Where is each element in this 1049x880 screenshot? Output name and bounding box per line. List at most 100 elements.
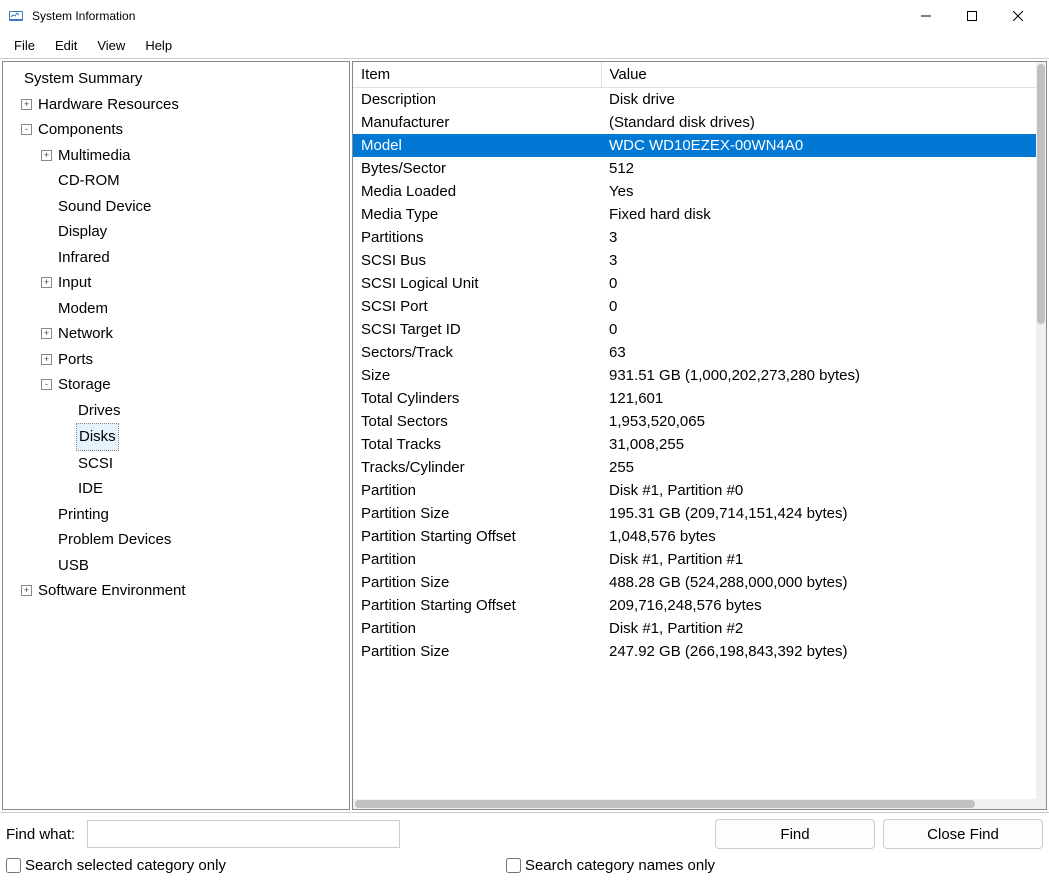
collapse-icon[interactable]: - [21, 124, 32, 135]
detail-value: 255 [601, 456, 1036, 479]
tree-node-ports[interactable]: + Ports [3, 347, 349, 373]
vertical-scrollbar[interactable] [1036, 62, 1046, 809]
menu-view[interactable]: View [87, 36, 135, 55]
checkbox-category-names[interactable] [506, 858, 521, 873]
tree-label[interactable]: Storage [56, 372, 113, 398]
tree-label[interactable]: SCSI [76, 451, 115, 477]
menu-help[interactable]: Help [135, 36, 182, 55]
detail-row[interactable]: Partition Size195.31 GB (209,714,151,424… [353, 502, 1036, 525]
detail-row[interactable]: PartitionDisk #1, Partition #1 [353, 548, 1036, 571]
tree-node-software-environment[interactable]: + Software Environment [3, 578, 349, 604]
tree-label[interactable]: Drives [76, 398, 123, 424]
detail-row[interactable]: Partition Starting Offset1,048,576 bytes [353, 525, 1036, 548]
tree-label[interactable]: Network [56, 321, 115, 347]
tree-node-printing[interactable]: Printing [3, 502, 349, 528]
find-button[interactable]: Find [715, 819, 875, 849]
tree-node-display[interactable]: Display [3, 219, 349, 245]
tree-label[interactable]: Infrared [56, 245, 112, 271]
tree-node-storage[interactable]: -Storage [3, 372, 349, 398]
expand-icon[interactable]: + [41, 328, 52, 339]
tree-node-system-summary[interactable]: System Summary [3, 66, 349, 92]
close-button[interactable] [995, 0, 1041, 32]
checkbox-selected-category[interactable] [6, 858, 21, 873]
detail-row[interactable]: Bytes/Sector512 [353, 157, 1036, 180]
tree-node-scsi[interactable]: SCSI [3, 451, 349, 477]
tree-node-disks[interactable]: Disks [3, 423, 349, 451]
tree-label[interactable]: Printing [56, 502, 111, 528]
expand-icon[interactable]: + [21, 585, 32, 596]
tree-label[interactable]: Multimedia [56, 143, 133, 169]
detail-content[interactable]: Item Value DescriptionDisk driveManufact… [353, 62, 1036, 809]
detail-row[interactable]: Total Cylinders121,601 [353, 387, 1036, 410]
tree-node-modem[interactable]: Modem [3, 296, 349, 322]
detail-row[interactable]: PartitionDisk #1, Partition #0 [353, 479, 1036, 502]
tree-node-sound-device[interactable]: Sound Device [3, 194, 349, 220]
tree-node-components[interactable]: -Components [3, 117, 349, 143]
detail-row[interactable]: DescriptionDisk drive [353, 88, 1036, 112]
detail-row[interactable]: Manufacturer(Standard disk drives) [353, 111, 1036, 134]
expand-icon[interactable]: + [41, 277, 52, 288]
detail-row[interactable]: PartitionDisk #1, Partition #2 [353, 617, 1036, 640]
expand-icon[interactable]: + [21, 99, 32, 110]
horizontal-scrollbar-thumb[interactable] [355, 800, 975, 808]
detail-row[interactable]: Media LoadedYes [353, 180, 1036, 203]
search-selected-category-checkbox[interactable]: Search selected category only [6, 857, 226, 874]
detail-value: 0 [601, 295, 1036, 318]
category-tree[interactable]: System Summary+Hardware Resources-Compon… [2, 61, 350, 810]
vertical-scrollbar-thumb[interactable] [1037, 64, 1045, 324]
column-header-item[interactable]: Item [353, 62, 601, 88]
detail-row[interactable]: Partition Size488.28 GB (524,288,000,000… [353, 571, 1036, 594]
find-input[interactable] [87, 820, 400, 848]
expand-icon[interactable]: + [41, 150, 52, 161]
tree-label[interactable]: IDE [76, 476, 105, 502]
tree-label[interactable]: Sound Device [56, 194, 153, 220]
tree-label[interactable]: USB [56, 553, 91, 579]
tree-node-problem-devices[interactable]: Problem Devices [3, 527, 349, 553]
menu-file[interactable]: File [4, 36, 45, 55]
tree-label[interactable]: System Summary [22, 66, 144, 92]
tree-label[interactable]: Display [56, 219, 109, 245]
collapse-icon[interactable]: - [41, 379, 52, 390]
tree-label[interactable]: Ports [56, 347, 95, 373]
tree-label[interactable]: Components [36, 117, 125, 143]
tree-node-usb[interactable]: USB [3, 553, 349, 579]
detail-row[interactable]: Sectors/Track63 [353, 341, 1036, 364]
detail-row[interactable]: Media TypeFixed hard disk [353, 203, 1036, 226]
detail-row[interactable]: Size931.51 GB (1,000,202,273,280 bytes) [353, 364, 1036, 387]
search-category-names-checkbox[interactable]: Search category names only [506, 857, 715, 874]
detail-row[interactable]: ModelWDC WD10EZEX-00WN4A0 [353, 134, 1036, 157]
minimize-button[interactable] [903, 0, 949, 32]
tree-node-drives[interactable]: Drives [3, 398, 349, 424]
tree-node-network[interactable]: + Network [3, 321, 349, 347]
tree-node-infrared[interactable]: Infrared [3, 245, 349, 271]
tree-label[interactable]: Hardware Resources [36, 92, 181, 118]
tree-label[interactable]: CD-ROM [56, 168, 122, 194]
tree-label[interactable]: Modem [56, 296, 110, 322]
tree-node-hardware-resources[interactable]: + Hardware Resources [3, 92, 349, 118]
detail-row[interactable]: Total Tracks31,008,255 [353, 433, 1036, 456]
tree-node-input[interactable]: + Input [3, 270, 349, 296]
tree-node-ide[interactable]: IDE [3, 476, 349, 502]
menu-edit[interactable]: Edit [45, 36, 87, 55]
detail-row[interactable]: SCSI Port0 [353, 295, 1036, 318]
tree-label[interactable]: Problem Devices [56, 527, 173, 553]
horizontal-scrollbar[interactable] [353, 799, 1036, 809]
detail-row[interactable]: SCSI Logical Unit0 [353, 272, 1036, 295]
maximize-button[interactable] [949, 0, 995, 32]
tree-label[interactable]: Input [56, 270, 93, 296]
close-find-button[interactable]: Close Find [883, 819, 1043, 849]
detail-row[interactable]: SCSI Bus3 [353, 249, 1036, 272]
detail-item: Partition Starting Offset [353, 525, 601, 548]
tree-node-multimedia[interactable]: + Multimedia [3, 143, 349, 169]
detail-row[interactable]: Partition Size247.92 GB (266,198,843,392… [353, 640, 1036, 663]
tree-label[interactable]: Software Environment [36, 578, 188, 604]
detail-row[interactable]: Partition Starting Offset209,716,248,576… [353, 594, 1036, 617]
column-header-value[interactable]: Value [601, 62, 1036, 88]
detail-row[interactable]: SCSI Target ID0 [353, 318, 1036, 341]
tree-node-cd-rom[interactable]: CD-ROM [3, 168, 349, 194]
expand-icon[interactable]: + [41, 354, 52, 365]
detail-row[interactable]: Total Sectors1,953,520,065 [353, 410, 1036, 433]
tree-label[interactable]: Disks [76, 423, 119, 451]
detail-row[interactable]: Partitions3 [353, 226, 1036, 249]
detail-row[interactable]: Tracks/Cylinder255 [353, 456, 1036, 479]
